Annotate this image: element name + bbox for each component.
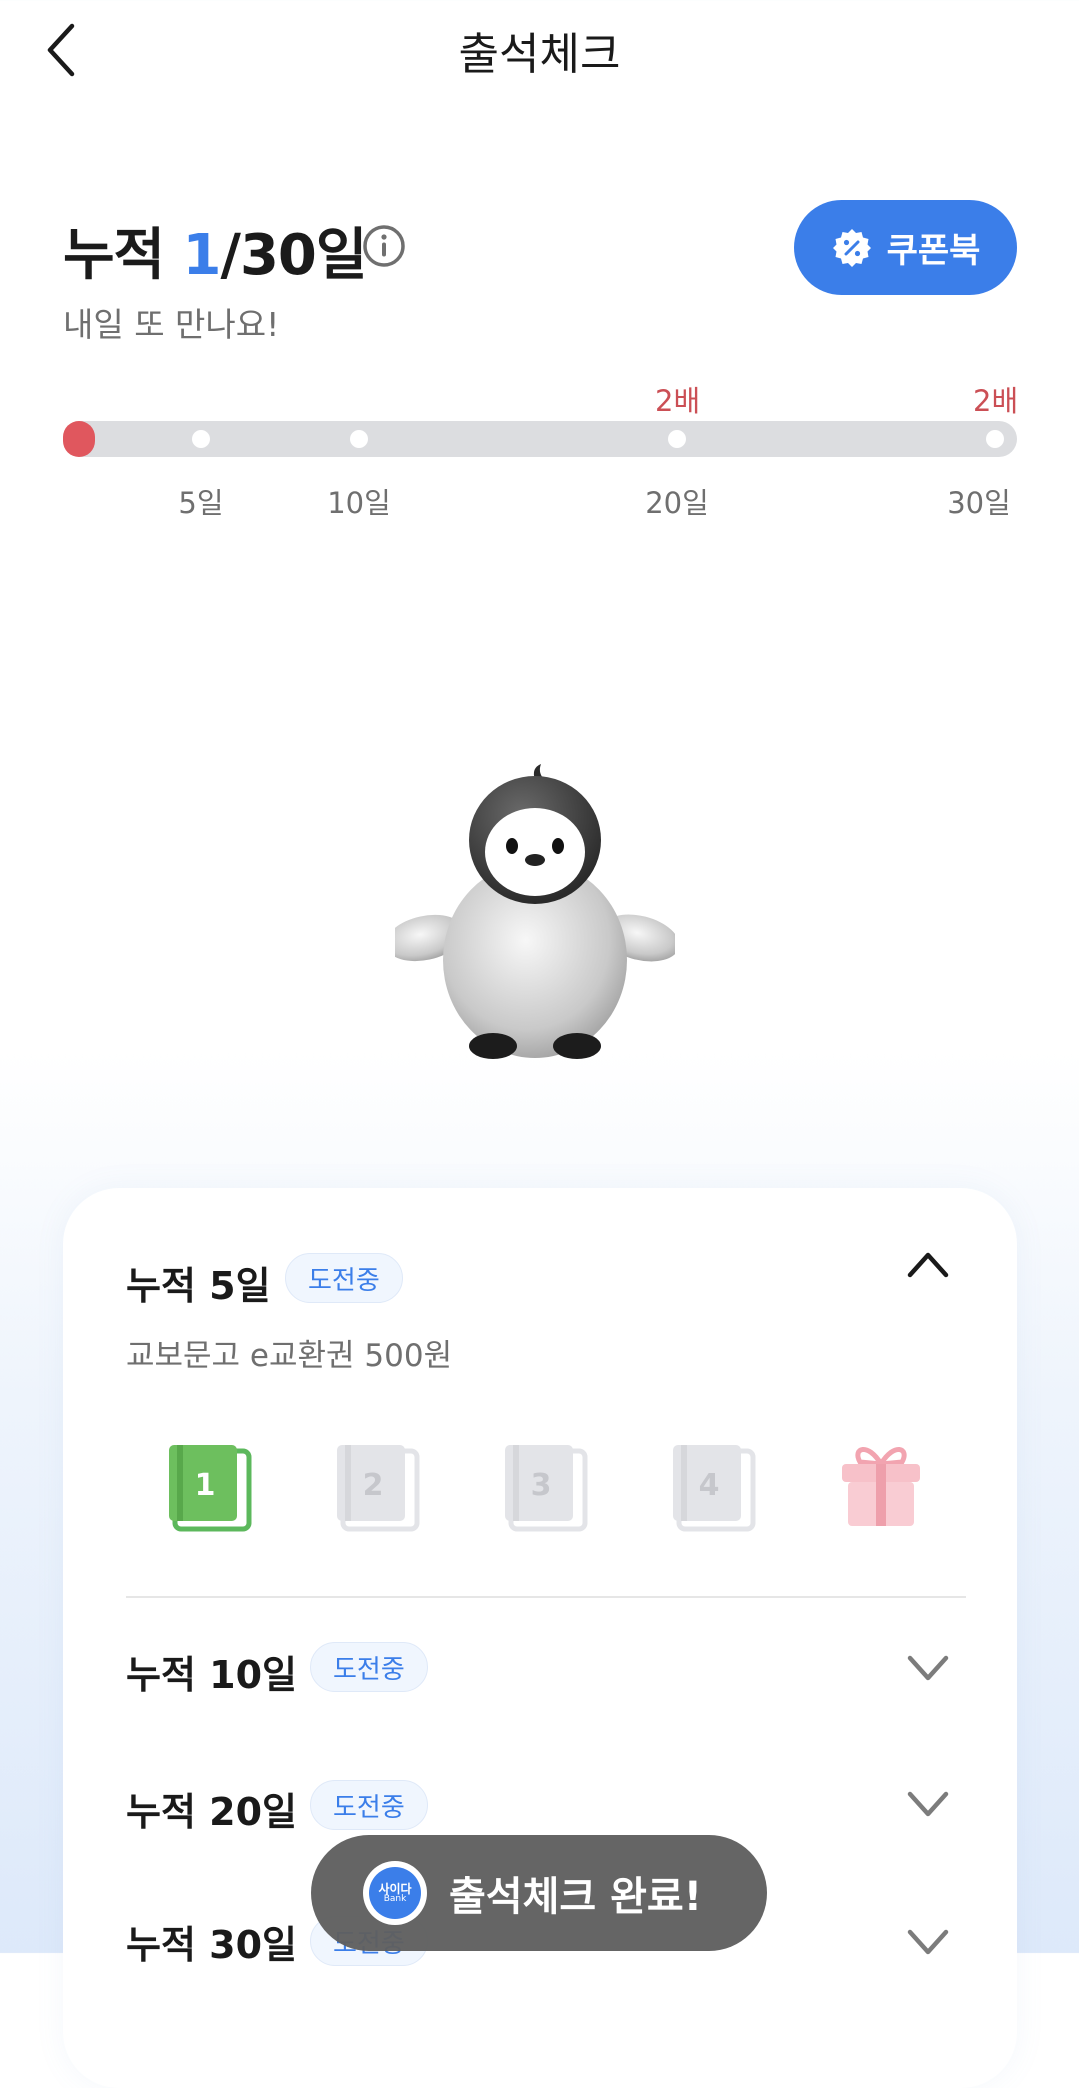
info-icon[interactable] xyxy=(362,224,406,268)
summary-label: 누적 xyxy=(63,223,165,288)
gift-icon xyxy=(842,1447,920,1526)
page-title: 출석체크 xyxy=(458,29,621,80)
milestone-dot-20 xyxy=(668,430,686,448)
total-days: /30일 xyxy=(220,223,368,288)
milestone-dot-30 xyxy=(986,430,1004,448)
penguin-mascot xyxy=(395,764,675,1059)
bank-logo-icon: 사이다 Bank xyxy=(363,1861,427,1925)
coupon-icon xyxy=(832,228,871,267)
tick-20: 20일 xyxy=(645,486,709,520)
milestone-dot-5 xyxy=(192,430,210,448)
chevron-down-icon[interactable] xyxy=(906,1654,950,1684)
milestone-dot-10 xyxy=(350,430,368,448)
multiplier-30: 2배 xyxy=(973,384,1019,418)
current-days: 1 xyxy=(182,223,222,288)
book-number: 4 xyxy=(699,1468,720,1503)
tick-5: 5일 xyxy=(178,486,224,520)
mission-title-30: 누적 30일 xyxy=(126,1923,297,1967)
chevron-down-icon[interactable] xyxy=(906,1790,950,1820)
tick-30: 30일 xyxy=(947,486,1011,520)
mission-title-5: 누적 5일 xyxy=(126,1264,271,1308)
book-stamp-icon: 2 xyxy=(337,1445,420,1532)
current-day-marker xyxy=(63,421,95,457)
chevron-down-icon[interactable] xyxy=(906,1928,950,1958)
coupon-book-button[interactable]: 쿠폰북 xyxy=(794,200,1017,295)
book-number: 1 xyxy=(195,1468,216,1503)
book-stamp-icon: 4 xyxy=(673,1445,756,1532)
attendance-summary: 누적 1/30일 xyxy=(63,210,368,291)
subtitle: 내일 또 만나요! xyxy=(63,305,280,344)
mission-title-10: 누적 10일 xyxy=(126,1653,297,1697)
chevron-up-icon[interactable] xyxy=(906,1249,950,1279)
attendance-complete-toast: 사이다 Bank 출석체크 완료! xyxy=(311,1835,767,1951)
mission-reward: 교보문고 e교환권 500원 xyxy=(126,1338,453,1374)
status-badge: 도전중 xyxy=(285,1253,403,1303)
book-number: 2 xyxy=(363,1468,384,1503)
book-stamp-done-icon: 1 xyxy=(169,1445,252,1532)
mission-title-20: 누적 20일 xyxy=(126,1790,297,1834)
tick-10: 10일 xyxy=(327,486,391,520)
status-badge: 도전중 xyxy=(310,1780,428,1830)
coupon-book-label: 쿠폰북 xyxy=(886,231,981,271)
logo-text-top: 사이다 xyxy=(378,1881,412,1896)
book-number: 3 xyxy=(531,1468,552,1503)
multiplier-20: 2배 xyxy=(655,384,701,418)
logo-text-bottom: Bank xyxy=(383,1893,407,1904)
status-badge: 도전중 xyxy=(310,1642,428,1692)
toast-message: 출석체크 완료! xyxy=(449,1874,702,1920)
divider xyxy=(126,1596,966,1598)
book-stamp-icon: 3 xyxy=(505,1445,588,1532)
